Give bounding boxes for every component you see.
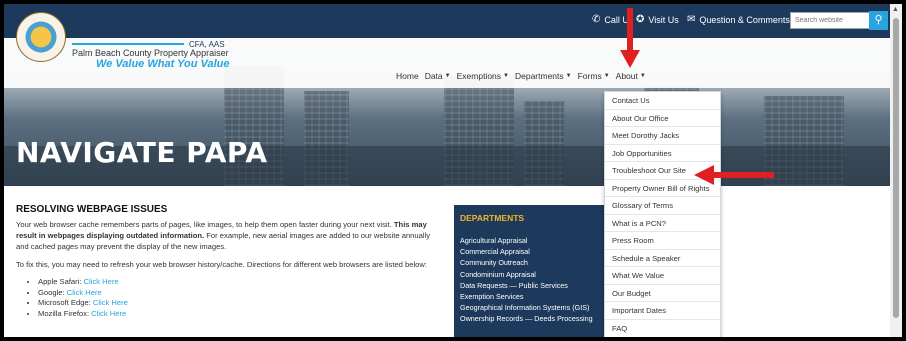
list-item: Apple Safari: Click Here [38, 277, 441, 288]
logo-subtitle: Palm Beach County Property Appraiser [72, 48, 229, 58]
nav-departments[interactable]: Departments ▼ [515, 71, 572, 81]
annotation-arrow-down [620, 8, 640, 68]
search-button[interactable]: ⚲ [869, 11, 888, 30]
nav-exemptions[interactable]: Exemptions ▼ [457, 71, 509, 81]
menu-item-glossary[interactable]: Glossary of Terms [605, 197, 720, 215]
logo-name: DOROTHYJACKS [72, 18, 246, 40]
menu-item-job-opportunities[interactable]: Job Opportunities [605, 145, 720, 162]
firefox-link[interactable]: Click Here [91, 309, 126, 318]
menu-item-what-we-value[interactable]: What We Value [605, 267, 720, 285]
main-nav: Home Data ▼ Exemptions ▼ Departments ▼ Form… [396, 71, 646, 81]
edge-link[interactable]: Click Here [93, 298, 128, 307]
dept-item[interactable]: Condominium Appraisal [460, 269, 593, 280]
phone-icon: ✆ [592, 14, 601, 25]
page-title: NAVIGATE PAPA [16, 136, 268, 169]
menu-item-important-dates[interactable]: Important Dates [605, 302, 720, 320]
dept-item[interactable]: Community Outreach [460, 257, 593, 268]
departments-heading: DEPARTMENTS [460, 213, 525, 223]
refresh-paragraph: To fix this, you may need to refresh you… [16, 260, 427, 269]
list-item: Google: Click Here [38, 288, 441, 299]
dept-item[interactable]: Exemption Services [460, 291, 593, 302]
safari-link[interactable]: Click Here [84, 277, 119, 286]
dept-item[interactable]: Commercial Appraisal [460, 246, 593, 257]
list-item: Microsoft Edge: Click Here [38, 298, 441, 309]
menu-item-our-budget[interactable]: Our Budget [605, 285, 720, 302]
menu-item-about-our-office[interactable]: About Our Office [605, 110, 720, 127]
menu-item-press-room[interactable]: Press Room [605, 232, 720, 250]
menu-item-contact-us[interactable]: Contact Us [605, 92, 720, 110]
about-dropdown-menu: Contact Us About Our Office Meet Dorothy… [604, 91, 721, 337]
search-input[interactable] [790, 12, 870, 29]
dept-item[interactable]: Data Requests — Public Services [460, 280, 593, 291]
caret-down-icon: ▼ [444, 73, 451, 79]
menu-item-faq[interactable]: FAQ [605, 320, 720, 338]
dept-item[interactable]: Agricultural Appraisal [460, 235, 593, 246]
caret-down-icon: ▼ [503, 73, 509, 79]
envelope-icon: ✉ [687, 14, 696, 25]
scrollbar-thumb[interactable] [893, 18, 899, 318]
menu-item-schedule-speaker[interactable]: Schedule a Speaker [605, 250, 720, 267]
nav-about[interactable]: About ▼ [616, 71, 646, 81]
list-item: Mozilla Firefox: Click Here [38, 309, 441, 320]
section-heading: RESOLVING WEBPAGE ISSUES [16, 204, 168, 215]
caret-down-icon: ▼ [565, 73, 572, 79]
browser-viewport: ✆ Call Us ✪ Visit Us ✉ Question & Commen… [4, 4, 902, 337]
nav-forms[interactable]: Forms ▼ [578, 71, 610, 81]
nav-home[interactable]: Home [396, 71, 419, 81]
caret-down-icon: ▼ [639, 73, 646, 79]
main-content: RESOLVING WEBPAGE ISSUES Your web browse… [16, 204, 441, 319]
question-comments-label: Question & Comments [699, 14, 790, 25]
search-icon: ⚲ [874, 14, 883, 26]
question-comments-link[interactable]: ✉ Question & Comments [687, 14, 790, 25]
cache-paragraph: Your web browser cache remembers parts o… [16, 220, 431, 251]
dept-item[interactable]: Geographical Information Systems (GIS) [460, 302, 593, 313]
menu-item-what-is-pcn[interactable]: What is a PCN? [605, 215, 720, 232]
scroll-up-icon[interactable]: ▲ [892, 6, 899, 13]
visit-us-label: Visit Us [648, 14, 679, 25]
vertical-scrollbar[interactable]: ▲ [890, 4, 902, 337]
browser-list: Apple Safari: Click Here Google: Click H… [16, 277, 441, 319]
logo-tagline: We Value What You Value [96, 58, 230, 70]
visit-us-link[interactable]: ✪ Visit Us [636, 14, 679, 25]
dept-item[interactable]: Ownership Records — Deeds Processing [460, 313, 593, 324]
google-link[interactable]: Click Here [67, 288, 102, 297]
nav-data[interactable]: Data ▼ [425, 71, 451, 81]
menu-item-meet-dorothy-jacks[interactable]: Meet Dorothy Jacks [605, 127, 720, 145]
logo-divider [72, 43, 184, 45]
county-seal-logo[interactable] [16, 12, 66, 62]
caret-down-icon: ▼ [603, 73, 610, 79]
annotation-arrow-left [694, 165, 774, 185]
departments-panel: DEPARTMENTS Agricultural Appraisal Comme… [454, 205, 604, 337]
